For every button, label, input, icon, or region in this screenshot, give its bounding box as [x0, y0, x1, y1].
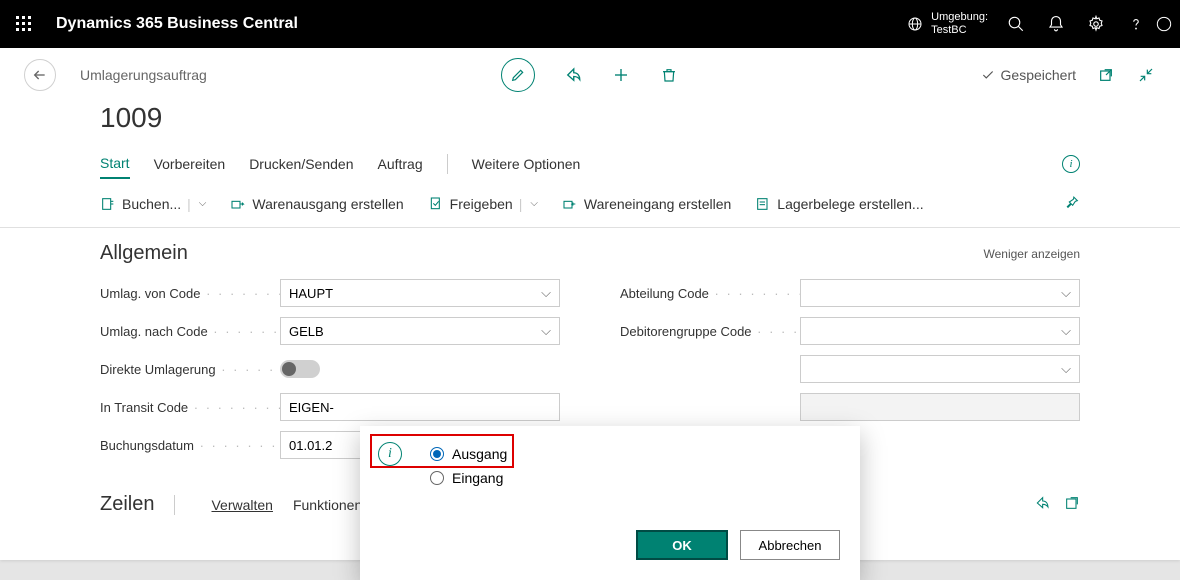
section-title: Allgemein — [100, 242, 188, 265]
action-freigeben[interactable]: Freigeben |⌵ — [428, 196, 538, 212]
info-icon: i — [378, 442, 402, 466]
divider: | — [519, 196, 523, 212]
chevron-down-icon[interactable]: ⌵ — [199, 198, 207, 209]
radio-option-ausgang[interactable]: Ausgang — [390, 442, 840, 466]
help-icon[interactable] — [1116, 0, 1156, 48]
dialog: i Ausgang Eingang OK Abbrechen — [360, 426, 860, 580]
chevron-down-icon: ⌵ — [541, 285, 551, 301]
top-bar: Dynamics 365 Business Central Umgebung: … — [0, 0, 1180, 48]
input-transit[interactable]: EIGEN- — [280, 393, 560, 421]
tab-auftrag[interactable]: Auftrag — [377, 150, 422, 178]
environment-selector[interactable]: Umgebung: TestBC — [907, 11, 988, 37]
lines-share-icon[interactable] — [1034, 495, 1050, 514]
action-warenausgang[interactable]: Warenausgang erstellen — [230, 196, 403, 212]
share-icon[interactable] — [563, 65, 583, 85]
chevron-down-icon: ⌵ — [1061, 361, 1071, 377]
collapse-icon[interactable] — [1136, 65, 1156, 85]
ok-button[interactable]: OK — [636, 530, 728, 560]
label-umlag-von: Umlag. von Code — [100, 286, 280, 301]
environment-label: Umgebung: — [931, 11, 988, 24]
search-icon[interactable] — [996, 0, 1036, 48]
back-button[interactable] — [24, 59, 56, 91]
action-wareneingang[interactable]: Wareneingang erstellen — [562, 196, 731, 212]
label-debitorengruppe: Debitorengruppe Code — [620, 324, 800, 339]
radio-icon — [430, 471, 444, 485]
delete-icon[interactable] — [659, 65, 679, 85]
divider: | — [187, 196, 191, 212]
environment-value: TestBC — [931, 24, 988, 37]
account-icon[interactable] — [1156, 0, 1172, 48]
lines-tab-verwalten[interactable]: Verwalten — [211, 497, 272, 513]
tab-vorbereiten[interactable]: Vorbereiten — [154, 150, 226, 178]
gear-icon[interactable] — [1076, 0, 1116, 48]
action-row: Buchen... |⌵ Warenausgang erstellen Frei… — [0, 184, 1180, 228]
action-lagerbelege[interactable]: Lagerbelege erstellen... — [755, 196, 923, 212]
info-icon[interactable]: i — [1062, 155, 1080, 173]
breadcrumb: Umlagerungsauftrag — [80, 67, 207, 83]
action-buchen[interactable]: Buchen... |⌵ — [100, 196, 206, 212]
tab-divider — [447, 154, 448, 174]
input-umlag-von[interactable]: HAUPT⌵ — [280, 279, 560, 307]
chevron-down-icon: ⌵ — [541, 323, 551, 339]
divider — [174, 495, 175, 515]
card-header: Umlagerungsauftrag Gespeichert — [0, 48, 1180, 102]
label-umlag-nach: Umlag. nach Code — [100, 324, 280, 339]
input-debitorengruppe[interactable]: ⌵ — [800, 317, 1080, 345]
show-less-link[interactable]: Weniger anzeigen — [983, 247, 1080, 261]
product-title: Dynamics 365 Business Central — [56, 15, 298, 33]
app-launcher-icon[interactable] — [8, 0, 40, 48]
label-buchung: Buchungsdatum — [100, 438, 280, 453]
label-transit: In Transit Code — [100, 400, 280, 415]
tab-drucken[interactable]: Drucken/Senden — [249, 150, 353, 178]
tab-weitere[interactable]: Weitere Optionen — [472, 150, 581, 178]
tab-start[interactable]: Start — [100, 149, 130, 179]
bell-icon[interactable] — [1036, 0, 1076, 48]
input-hidden2 — [800, 393, 1080, 421]
pin-icon[interactable] — [1064, 194, 1080, 213]
toggle-direkte[interactable] — [280, 360, 320, 378]
input-hidden1[interactable]: ⌵ — [800, 355, 1080, 383]
input-umlag-nach[interactable]: GELB⌵ — [280, 317, 560, 345]
lines-title: Zeilen — [100, 493, 154, 516]
label-abteilung: Abteilung Code — [620, 286, 800, 301]
input-abteilung[interactable]: ⌵ — [800, 279, 1080, 307]
radio-option-eingang[interactable]: Eingang — [390, 466, 840, 490]
radio-icon — [430, 447, 444, 461]
document-number: 1009 — [0, 102, 1180, 144]
chevron-down-icon[interactable]: ⌵ — [530, 198, 538, 209]
edit-button[interactable] — [501, 58, 535, 92]
new-icon[interactable] — [611, 65, 631, 85]
chevron-down-icon: ⌵ — [1061, 323, 1071, 339]
saved-indicator: Gespeichert — [981, 67, 1076, 83]
chevron-down-icon: ⌵ — [1061, 285, 1071, 301]
lines-tab-funktionen[interactable]: Funktionen — [293, 497, 362, 513]
cancel-button[interactable]: Abbrechen — [740, 530, 840, 560]
section-header: Allgemein Weniger anzeigen — [0, 228, 1180, 275]
label-direkte: Direkte Umlagerung — [100, 362, 280, 377]
popout-icon[interactable] — [1096, 65, 1116, 85]
lines-expand-icon[interactable] — [1064, 495, 1080, 514]
tab-bar: Start Vorbereiten Drucken/Senden Auftrag… — [0, 144, 1180, 184]
